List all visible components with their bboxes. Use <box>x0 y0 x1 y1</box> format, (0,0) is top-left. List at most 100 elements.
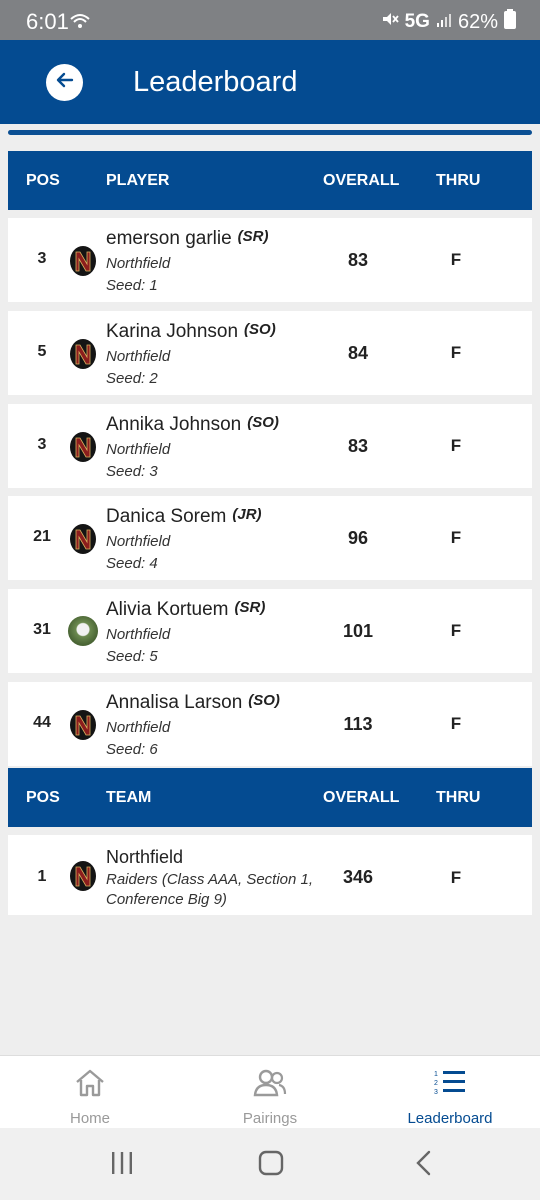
player-name-line: Annalisa Larson (SO) <box>106 692 280 714</box>
team-thru: F <box>450 868 462 887</box>
player-overall-score: 101 <box>342 621 374 641</box>
team-row[interactable]: 1 Northfield Raiders (Class AAA, Section… <box>8 835 532 915</box>
column-header-thru: THRU <box>436 172 481 189</box>
loading-progress-bar <box>8 130 532 135</box>
team-overall-score: 346 <box>342 867 374 887</box>
status-indicators: 5G 62% <box>375 9 516 35</box>
player-row[interactable]: 44 Annalisa Larson (SO) Northfield Seed: 6 11… <box>8 682 532 766</box>
ranked-list-icon: 1 2 3 <box>360 1068 540 1098</box>
back-button[interactable] <box>46 64 83 101</box>
page-title: Leaderboard <box>133 66 298 98</box>
player-seed: Seed: 2 <box>106 370 158 387</box>
player-seed: Seed: 6 <box>106 741 158 758</box>
nav-leaderboard[interactable]: 1 2 3 Leaderboard <box>360 1056 540 1129</box>
player-class-year: (SR) <box>237 228 269 245</box>
back-nav-icon[interactable] <box>412 1150 438 1181</box>
column-header-team: TEAM <box>106 789 152 806</box>
northfield-logo-icon <box>69 860 97 892</box>
player-thru: F <box>450 621 462 640</box>
player-team: Northfield <box>106 348 171 365</box>
player-name: Alivia Kortuem <box>106 599 229 620</box>
home-icon <box>0 1068 180 1098</box>
recent-apps-icon[interactable] <box>109 1150 135 1181</box>
svg-text:2: 2 <box>434 1080 438 1087</box>
nav-pairings-label: Pairings <box>242 1110 298 1127</box>
nav-home[interactable]: Home <box>0 1056 180 1129</box>
player-team: Northfield <box>106 441 171 458</box>
player-name-line: Annika Johnson (SO) <box>106 414 279 436</box>
team-description: Raiders (Class AAA, Section 1, Conferenc… <box>106 871 314 908</box>
player-position: 31 <box>33 621 51 638</box>
player-name: Annalisa Larson <box>106 692 243 713</box>
svg-text:3: 3 <box>434 1089 438 1096</box>
column-header-player: PLAYER <box>106 172 170 189</box>
player-seed: Seed: 4 <box>106 555 158 572</box>
player-name-line: Alivia Kortuem (SR) <box>106 599 265 621</box>
wifi-icon <box>70 13 90 34</box>
player-overall-score: 83 <box>347 436 369 456</box>
mute-icon <box>381 10 399 34</box>
player-seed: Seed: 3 <box>106 463 158 480</box>
player-team: Northfield <box>106 255 171 272</box>
home-button-icon[interactable] <box>258 1150 284 1181</box>
column-header-pos: POS <box>26 172 60 189</box>
player-thru: F <box>450 714 462 733</box>
app-header: Leaderboard <box>0 40 540 124</box>
player-team: Northfield <box>106 626 171 643</box>
player-seed: Seed: 5 <box>106 648 158 665</box>
status-time: 6:01 <box>26 9 69 34</box>
player-row[interactable]: 31 Alivia Kortuem (SR) Northfield Seed: 5 101… <box>8 589 532 673</box>
player-name: Karina Johnson <box>106 321 239 342</box>
player-position: 3 <box>37 250 47 267</box>
player-class-year: (SO) <box>244 321 276 338</box>
bottom-navigation: Home Pairings 1 2 3 Leaderboard <box>0 1055 540 1128</box>
player-row[interactable]: 21 Danica Sorem (JR) Northfield Seed: 4 96 F <box>8 496 532 580</box>
column-header-pos: POS <box>26 789 60 806</box>
status-bar: 6:01 5G 62% <box>0 0 540 40</box>
battery-icon <box>504 9 516 35</box>
player-name-line: Danica Sorem (JR) <box>106 506 262 528</box>
player-class-year: (SO) <box>248 692 280 709</box>
signal-icon <box>436 11 452 34</box>
column-header-overall: OVERALL <box>323 789 400 806</box>
team-position: 1 <box>37 868 47 885</box>
golf-ball-avatar <box>68 616 98 646</box>
player-name: Annika Johnson <box>106 414 242 435</box>
player-thru: F <box>450 343 462 362</box>
player-position: 5 <box>37 343 47 360</box>
player-position: 21 <box>33 528 51 545</box>
player-team: Northfield <box>106 719 171 736</box>
player-row[interactable]: 3 Annika Johnson (SO) Northfield Seed: 3 83 F <box>8 404 532 488</box>
northfield-logo-icon <box>69 338 97 370</box>
player-row[interactable]: 5 Karina Johnson (SO) Northfield Seed: 2 84 F <box>8 311 532 395</box>
svg-text:1: 1 <box>434 1071 438 1078</box>
player-thru: F <box>450 250 462 269</box>
player-position: 3 <box>37 436 47 453</box>
player-name-line: Karina Johnson (SO) <box>106 321 276 343</box>
column-header-overall: OVERALL <box>323 172 400 189</box>
northfield-logo-icon <box>69 245 97 277</box>
nav-leaderboard-label: Leaderboard <box>407 1110 493 1127</box>
player-row[interactable]: 3 emerson garlie (SR) Northfield Seed: 1 83 F <box>8 218 532 302</box>
player-table-header: POS PLAYER OVERALL THRU <box>8 151 532 210</box>
player-team: Northfield <box>106 533 171 550</box>
player-overall-score: 96 <box>347 528 369 548</box>
column-header-thru: THRU <box>436 789 481 806</box>
player-overall-score: 84 <box>347 343 369 363</box>
player-thru: F <box>450 436 462 455</box>
northfield-logo-icon <box>69 431 97 463</box>
player-class-year: (JR) <box>232 506 262 523</box>
player-name: emerson garlie <box>106 228 232 249</box>
player-class-year: (SR) <box>234 599 266 616</box>
progress-fill <box>8 130 532 135</box>
player-class-year: (SO) <box>247 414 279 431</box>
player-thru: F <box>450 528 462 547</box>
northfield-logo-icon <box>69 709 97 741</box>
northfield-logo-icon <box>69 523 97 555</box>
player-overall-score: 113 <box>343 714 373 734</box>
people-icon <box>180 1068 360 1098</box>
player-overall-score: 83 <box>347 250 369 270</box>
team-name: Northfield <box>106 847 184 867</box>
player-name: Danica Sorem <box>106 506 227 527</box>
nav-pairings[interactable]: Pairings <box>180 1056 360 1129</box>
